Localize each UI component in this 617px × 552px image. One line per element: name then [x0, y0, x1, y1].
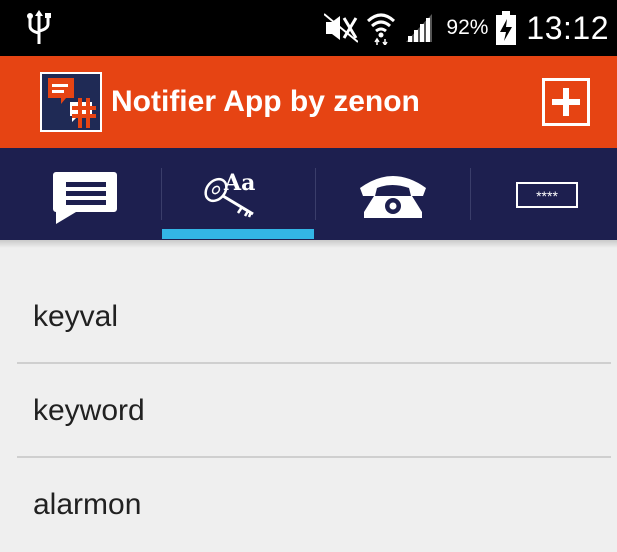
battery-charging-icon [496, 11, 517, 45]
wifi-icon [366, 11, 396, 45]
tab-keywords[interactable]: Aa [162, 148, 315, 240]
keyword-list: keyval keyword alarmon [0, 270, 617, 552]
status-icons: 92% 13:12 [316, 0, 609, 56]
mute-icon [324, 12, 359, 44]
add-button[interactable] [542, 78, 590, 126]
key-text-icon: Aa [204, 170, 255, 218]
list-item[interactable]: keyval [0, 270, 617, 364]
list-item[interactable]: alarmon [0, 458, 617, 552]
password-mask: **** [536, 188, 558, 204]
battery-percent: 92% [446, 16, 489, 39]
list-item[interactable]: keyword [0, 364, 617, 458]
password-icon: **** [516, 182, 578, 208]
app-logo-icon[interactable] [40, 72, 102, 132]
message-icon [53, 172, 117, 224]
tab-indicator [162, 229, 314, 239]
tab-shadow [0, 240, 617, 248]
signal-icon [404, 12, 434, 44]
list-item-label: keyval [33, 300, 119, 333]
app-title: Notifier App by zenon [111, 85, 420, 118]
tab-bar: Aa **** [0, 148, 617, 240]
tab-phone[interactable] [316, 148, 470, 240]
plus-box-icon [552, 88, 580, 116]
list-item-label: alarmon [33, 488, 142, 521]
status-bar: 92% 13:12 [0, 0, 617, 56]
phone-icon [360, 176, 426, 218]
clock: 13:12 [526, 9, 609, 46]
tab-password[interactable]: **** [471, 148, 617, 240]
svg-text:Aa: Aa [223, 170, 255, 196]
usb-icon [27, 10, 51, 44]
app-bar: Notifier App by zenon [0, 56, 617, 148]
tab-messages[interactable] [0, 148, 161, 240]
list-item-label: keyword [33, 394, 145, 427]
